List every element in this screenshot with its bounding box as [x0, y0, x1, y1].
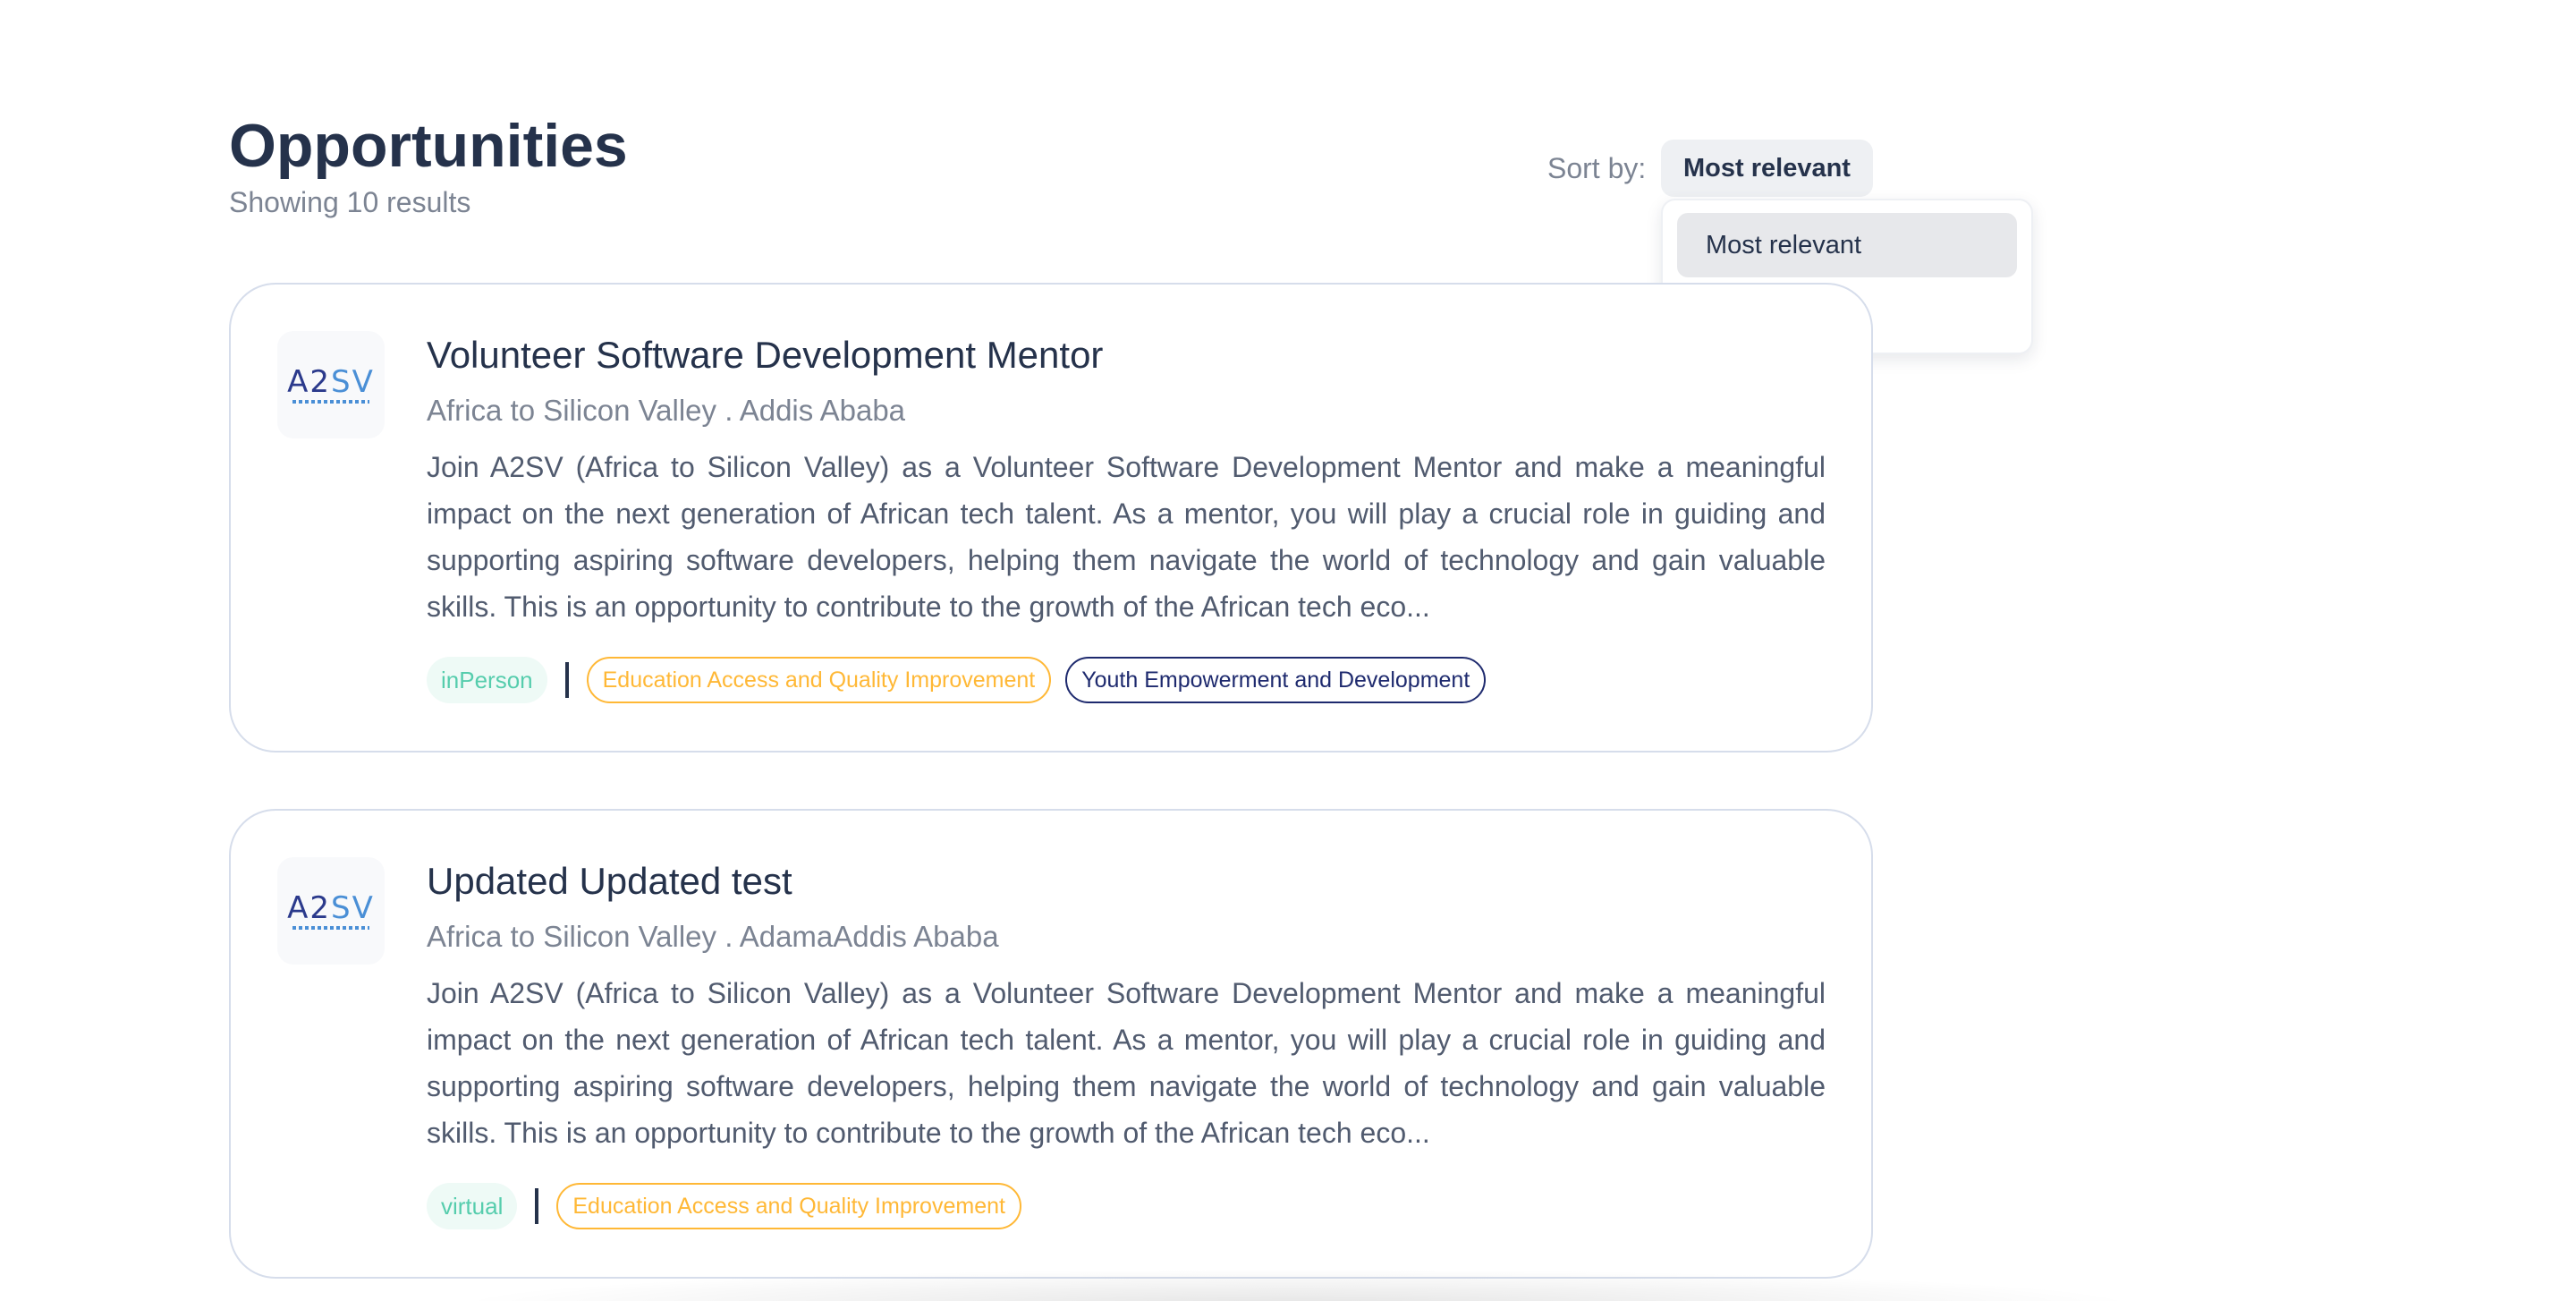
card-title[interactable]: Updated Updated test	[427, 855, 1826, 907]
tag-divider	[535, 1188, 539, 1224]
card-organization-location: Africa to Silicon Valley . Addis Ababa	[427, 394, 906, 427]
card-description: Join A2SV (Africa to Silicon Valley) as …	[427, 451, 1826, 623]
category-tag: Youth Empowerment and Development	[1065, 657, 1487, 703]
category-tag: Education Access and Quality Improvement	[586, 657, 1052, 703]
card-body: Volunteer Software Development Mentor Af…	[427, 329, 1826, 703]
bottom-shadow	[447, 1269, 2147, 1301]
sort-option-most-relevant[interactable]: Most relevant	[1677, 213, 2017, 277]
page-title: Opportunities	[229, 112, 628, 180]
opportunities-page: Opportunities Showing 10 results Sort by…	[0, 0, 2576, 1301]
sort-dropdown-button[interactable]: Most relevant	[1661, 140, 1873, 197]
a2sv-logo-icon: A2SV	[277, 857, 385, 965]
card-tags: inPerson Education Access and Quality Im…	[427, 657, 1826, 703]
category-tag: Education Access and Quality Improvement	[556, 1183, 1021, 1229]
tag-divider	[564, 662, 569, 698]
results-count: Showing 10 results	[229, 186, 471, 218]
card-description: Join A2SV (Africa to Silicon Valley) as …	[427, 977, 1826, 1149]
opportunity-card[interactable]: A2SV Updated Updated test Africa to Sili…	[229, 809, 1873, 1279]
card-body: Updated Updated test Africa to Silicon V…	[427, 855, 1826, 1229]
a2sv-logo-icon: A2SV	[277, 331, 385, 438]
card-tags: virtual Education Access and Quality Imp…	[427, 1183, 1826, 1229]
card-organization-location: Africa to Silicon Valley . AdamaAddis Ab…	[427, 920, 999, 953]
sort-label: Sort by:	[1547, 152, 1647, 184]
location-type-badge: inPerson	[427, 657, 547, 703]
location-type-badge: virtual	[427, 1183, 518, 1229]
card-title[interactable]: Volunteer Software Development Mentor	[427, 329, 1826, 381]
opportunity-card[interactable]: A2SV Volunteer Software Development Ment…	[229, 283, 1873, 753]
